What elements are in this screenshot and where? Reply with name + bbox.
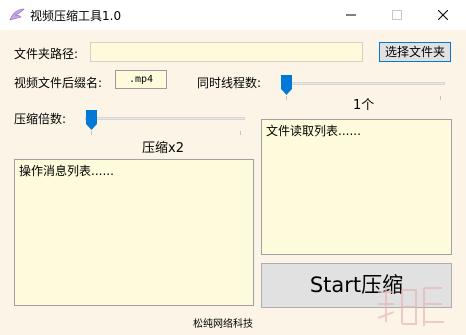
folder-path-input[interactable] bbox=[90, 42, 363, 62]
thread-count-slider-thumb[interactable] bbox=[281, 75, 292, 95]
compression-ratio-tick-end bbox=[240, 131, 241, 135]
minimize-button[interactable] bbox=[328, 0, 374, 30]
compression-ratio-slider-thumb[interactable] bbox=[86, 110, 97, 130]
file-read-list[interactable]: 文件读取列表...... bbox=[261, 119, 452, 255]
watermark-logo bbox=[377, 286, 444, 326]
compression-ratio-tick-start bbox=[91, 131, 92, 135]
footer-credit: 松纯网络科技 bbox=[193, 319, 253, 330]
compression-ratio-label: 压缩倍数: bbox=[14, 112, 67, 126]
thread-count-tick-start bbox=[286, 96, 287, 100]
file-read-list-header: 文件读取列表...... bbox=[266, 124, 361, 138]
close-icon bbox=[438, 10, 448, 20]
maximize-button[interactable] bbox=[374, 0, 420, 30]
file-extension-label: 视频文件后缀名: bbox=[14, 76, 103, 90]
select-folder-button[interactable]: 选择文件夹 bbox=[379, 42, 451, 62]
file-extension-input[interactable]: .mp4 bbox=[115, 70, 167, 89]
thread-count-slider[interactable] bbox=[282, 82, 445, 85]
folder-path-label: 文件夹路径: bbox=[14, 47, 79, 61]
window-title: 视频压缩工具1.0 bbox=[30, 9, 122, 23]
title-bar: 视频压缩工具1.0 bbox=[0, 0, 466, 30]
close-button[interactable] bbox=[420, 0, 466, 30]
minimize-icon bbox=[346, 14, 356, 16]
compression-ratio-value: 压缩x2 bbox=[142, 141, 184, 156]
operation-message-list-header: 操作消息列表...... bbox=[19, 164, 114, 178]
thread-count-tick-end bbox=[440, 96, 441, 100]
wing-icon bbox=[9, 8, 25, 21]
operation-message-list[interactable]: 操作消息列表...... bbox=[14, 159, 254, 306]
maximize-icon bbox=[392, 10, 402, 20]
compression-ratio-slider[interactable] bbox=[85, 117, 245, 120]
thread-count-label: 同时线程数: bbox=[197, 76, 262, 90]
thread-count-value: 1个 bbox=[353, 98, 375, 113]
